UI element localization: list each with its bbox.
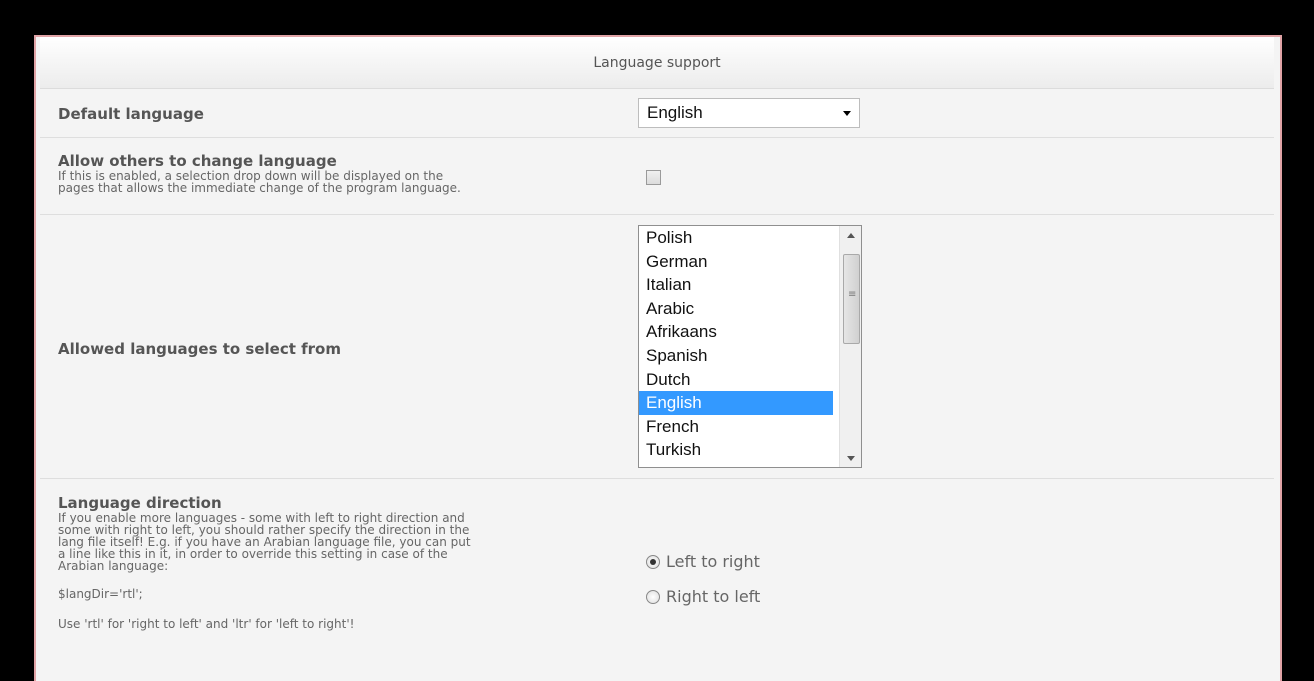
direction-code: $langDir='rtl';: [58, 587, 143, 601]
default-language-value: English: [647, 103, 703, 122]
allow-change-checkbox[interactable]: [646, 170, 661, 185]
allowed-languages-label: Allowed languages to select from: [58, 340, 341, 358]
radio-rtl-indicator[interactable]: [646, 589, 660, 604]
allow-change-label: Allow others to change language If this …: [58, 152, 461, 194]
language-option[interactable]: Afrikaans: [639, 320, 833, 344]
listbox-scrollbar[interactable]: [839, 226, 861, 467]
settings-panel: Language support Default language Englis…: [34, 35, 1282, 681]
language-option[interactable]: Polish: [639, 226, 833, 250]
language-option[interactable]: Dutch: [639, 368, 833, 392]
default-language-label: Default language: [58, 105, 204, 123]
panel-header: Language support: [40, 37, 1274, 89]
radio-rtl-label: Right to left: [666, 587, 761, 606]
allow-change-title: Allow others to change language: [58, 152, 337, 170]
language-option[interactable]: Turkish: [639, 438, 833, 462]
language-direction-title: Language direction: [58, 494, 222, 512]
language-option[interactable]: German: [639, 250, 833, 274]
default-language-select[interactable]: English: [638, 98, 860, 128]
allowed-languages-listbox[interactable]: Polish German Italian Arabic Afrikaans Spanis…: [638, 225, 862, 468]
language-options: Polish German Italian Arabic Afrikaans Spanis…: [639, 226, 861, 462]
language-option[interactable]: Italian: [639, 273, 833, 297]
radio-right-to-left[interactable]: Right to left: [646, 587, 760, 606]
language-option[interactable]: Arabic: [639, 297, 833, 321]
language-option[interactable]: French: [639, 415, 833, 439]
radio-left-to-right[interactable]: Left to right: [646, 552, 760, 571]
language-direction-label: Language direction If you enable more la…: [58, 494, 471, 630]
radio-ltr-indicator[interactable]: [646, 554, 660, 569]
radio-ltr-label: Left to right: [666, 552, 760, 571]
scroll-down-icon[interactable]: [840, 449, 862, 467]
chevron-down-icon: [843, 111, 851, 116]
language-option[interactable]: Spanish: [639, 344, 833, 368]
panel-title: Language support: [593, 54, 721, 71]
allow-change-row: Allow others to change language If this …: [40, 139, 1274, 215]
default-language-row: Default language English: [40, 90, 1274, 138]
direction-note: Use 'rtl' for 'right to left' and 'ltr' …: [58, 617, 355, 631]
language-option[interactable]: English: [639, 391, 833, 415]
scroll-thumb[interactable]: [843, 254, 860, 344]
direction-desc-5: Arabian language:: [58, 559, 169, 573]
scroll-up-icon[interactable]: [840, 226, 862, 244]
language-direction-row: Language direction If you enable more la…: [40, 480, 1274, 681]
allow-change-desc-2: pages that allows the immediate change o…: [58, 181, 461, 195]
allowed-languages-row: Allowed languages to select from Polish G…: [40, 216, 1274, 479]
